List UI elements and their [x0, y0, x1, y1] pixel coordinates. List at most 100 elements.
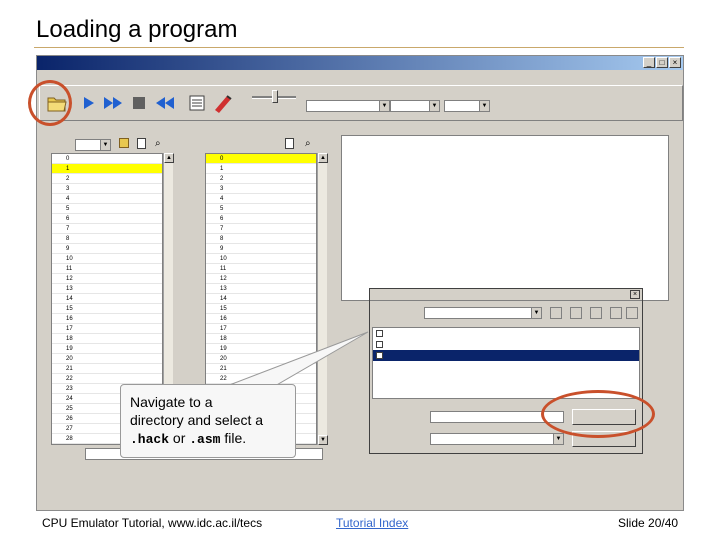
file-item[interactable] — [373, 328, 639, 339]
table-row[interactable]: 2 — [52, 174, 162, 184]
files-of-type-select[interactable]: ▼ — [430, 433, 564, 445]
chevron-down-icon: ▼ — [479, 101, 489, 111]
look-in-select[interactable]: ▼ — [424, 307, 542, 319]
view-select[interactable]: ▼ — [390, 100, 440, 112]
new-folder-icon[interactable] — [590, 307, 602, 319]
table-row[interactable]: 13 — [206, 284, 316, 294]
callout-line3: .hack or .asm file. — [130, 429, 286, 449]
file-item[interactable] — [373, 339, 639, 350]
table-row[interactable]: 3 — [52, 184, 162, 194]
table-row[interactable]: 11 — [206, 264, 316, 274]
table-row[interactable]: 17 — [52, 324, 162, 334]
script-button[interactable] — [184, 90, 210, 116]
table-row[interactable]: 0 — [206, 154, 316, 164]
table-row[interactable]: 18 — [52, 334, 162, 344]
maximize-button[interactable]: □ — [656, 57, 668, 68]
table-row[interactable]: 20 — [52, 354, 162, 364]
table-row[interactable]: 11 — [52, 264, 162, 274]
table-row[interactable]: 6 — [206, 214, 316, 224]
table-row[interactable]: 8 — [206, 234, 316, 244]
table-row[interactable]: 21 — [206, 364, 316, 374]
table-row[interactable]: 18 — [206, 334, 316, 344]
format-select[interactable]: ▼ — [444, 100, 490, 112]
tutorial-index-link[interactable]: Tutorial Index — [336, 516, 408, 530]
scroll-up-icon[interactable]: ▲ — [164, 153, 174, 163]
table-row[interactable]: 13 — [52, 284, 162, 294]
up-folder-icon[interactable] — [550, 307, 562, 319]
home-icon[interactable] — [570, 307, 582, 319]
close-button[interactable]: × — [669, 57, 681, 68]
table-row[interactable]: 9 — [206, 244, 316, 254]
table-row[interactable]: 1 — [52, 164, 162, 174]
row-address: 25 — [66, 406, 73, 412]
ram-load-icon[interactable] — [285, 138, 294, 149]
run-icon — [104, 97, 122, 109]
row-address: 13 — [66, 286, 73, 292]
table-row[interactable]: 14 — [206, 294, 316, 304]
table-row[interactable]: 3 — [206, 184, 316, 194]
scroll-down-icon[interactable]: ▼ — [318, 435, 328, 445]
list-view-icon[interactable] — [610, 307, 622, 319]
table-row[interactable]: 20 — [206, 354, 316, 364]
table-row[interactable]: 5 — [52, 204, 162, 214]
table-row[interactable]: 12 — [52, 274, 162, 284]
run-button[interactable] — [100, 90, 126, 116]
row-address: 0 — [220, 156, 224, 162]
breakpoint-button[interactable] — [210, 90, 236, 116]
table-row[interactable]: 19 — [206, 344, 316, 354]
row-address: 14 — [66, 296, 73, 302]
table-row[interactable]: 1 — [206, 164, 316, 174]
table-row[interactable]: 15 — [206, 304, 316, 314]
rom-format-select[interactable]: ▼ — [75, 139, 111, 151]
table-row[interactable]: 15 — [52, 304, 162, 314]
minimize-button[interactable]: _ — [643, 57, 655, 68]
rom-search-icon[interactable]: ⌕ — [155, 138, 161, 149]
table-row[interactable]: 22 — [206, 374, 316, 384]
single-step-button[interactable] — [76, 90, 102, 116]
table-row[interactable]: 4 — [206, 194, 316, 204]
file-item[interactable] — [373, 350, 639, 361]
table-row[interactable]: 7 — [52, 224, 162, 234]
table-row[interactable]: 14 — [52, 294, 162, 304]
table-row[interactable]: 22 — [52, 374, 162, 384]
checkbox-icon — [376, 341, 383, 348]
row-address: 16 — [220, 316, 227, 322]
dialog-titlebar — [370, 289, 642, 301]
reset-button[interactable] — [152, 90, 178, 116]
table-row[interactable]: 0 — [52, 154, 162, 164]
stop-button[interactable] — [126, 90, 152, 116]
table-row[interactable]: 7 — [206, 224, 316, 234]
table-row[interactable]: 10 — [52, 254, 162, 264]
table-row[interactable]: 12 — [206, 274, 316, 284]
table-row[interactable]: 9 — [52, 244, 162, 254]
table-row[interactable]: 4 — [52, 194, 162, 204]
callout-line1: Navigate to a — [130, 394, 213, 410]
row-address: 19 — [220, 346, 227, 352]
rom-clear-icon[interactable] — [137, 138, 146, 149]
screen-area — [341, 135, 669, 301]
table-row[interactable]: 2 — [206, 174, 316, 184]
row-address: 5 — [220, 206, 224, 212]
dialog-close-button[interactable]: × — [630, 290, 640, 299]
table-row[interactable]: 19 — [52, 344, 162, 354]
table-row[interactable]: 6 — [52, 214, 162, 224]
table-row[interactable]: 17 — [206, 324, 316, 334]
table-row[interactable]: 16 — [52, 314, 162, 324]
table-row[interactable]: 10 — [206, 254, 316, 264]
single-step-icon — [84, 97, 94, 109]
animate-select[interactable]: ▼ — [306, 100, 390, 112]
table-row[interactable]: 16 — [206, 314, 316, 324]
scroll-up-icon[interactable]: ▲ — [318, 153, 328, 163]
ram-scrollbar[interactable]: ▲ ▼ — [317, 153, 328, 445]
table-row[interactable]: 21 — [52, 364, 162, 374]
chevron-down-icon: ▼ — [429, 101, 439, 111]
stop-icon — [133, 97, 145, 109]
ram-search-icon[interactable]: ⌕ — [305, 138, 311, 149]
speed-slider-thumb[interactable] — [272, 90, 278, 103]
table-row[interactable]: 5 — [206, 204, 316, 214]
row-address: 26 — [66, 416, 73, 422]
rom-load-icon[interactable] — [119, 138, 129, 148]
row-address: 19 — [66, 346, 73, 352]
table-row[interactable]: 8 — [52, 234, 162, 244]
details-view-icon[interactable] — [626, 307, 638, 319]
